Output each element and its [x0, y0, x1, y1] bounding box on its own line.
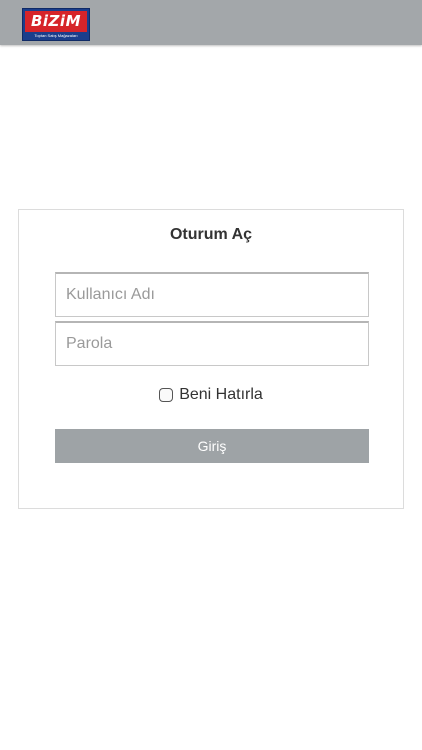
login-title: Oturum Aç: [169, 226, 253, 243]
login-button[interactable]: Giriş: [55, 429, 369, 463]
logo-red-block: BiZiM: [25, 11, 87, 32]
username-input[interactable]: [55, 272, 369, 317]
remember-me-checkbox[interactable]: [159, 388, 174, 402]
remember-me-row[interactable]: Beni Hatırla: [19, 386, 403, 404]
bizim-logo[interactable]: BiZiM Toptan Satış Mağazaları: [22, 8, 90, 41]
logo-subtext: Toptan Satış Mağazaları: [34, 33, 78, 38]
logo-text: BiZiM: [30, 12, 82, 30]
top-bar: BiZiM Toptan Satış Mağazaları: [0, 0, 422, 45]
password-input[interactable]: [55, 321, 369, 366]
login-panel: Oturum Aç Beni Hatırla Giriş: [18, 209, 404, 509]
remember-me-label[interactable]: Beni Hatırla: [179, 386, 263, 404]
